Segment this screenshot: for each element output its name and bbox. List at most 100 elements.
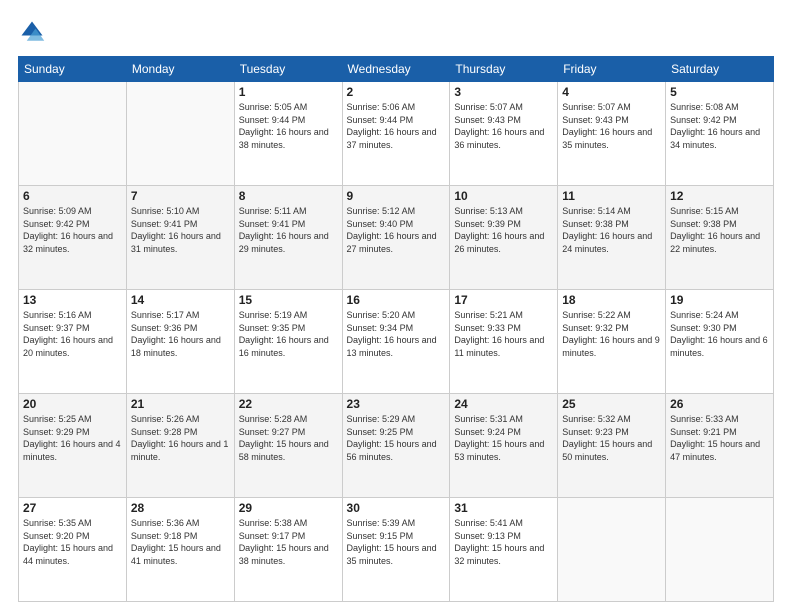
header-tuesday: Tuesday	[234, 57, 342, 82]
day-number: 26	[670, 397, 769, 411]
day-info: Sunrise: 5:08 AM Sunset: 9:42 PM Dayligh…	[670, 101, 769, 151]
day-info: Sunrise: 5:29 AM Sunset: 9:25 PM Dayligh…	[347, 413, 446, 463]
day-info: Sunrise: 5:41 AM Sunset: 9:13 PM Dayligh…	[454, 517, 553, 567]
calendar-table: Sunday Monday Tuesday Wednesday Thursday…	[18, 56, 774, 602]
calendar-cell: 2 Sunrise: 5:06 AM Sunset: 9:44 PM Daylig…	[342, 82, 450, 186]
calendar-cell: 15 Sunrise: 5:19 AM Sunset: 9:35 PM Dayli…	[234, 290, 342, 394]
day-number: 6	[23, 189, 122, 203]
day-info: Sunrise: 5:11 AM Sunset: 9:41 PM Dayligh…	[239, 205, 338, 255]
header-friday: Friday	[558, 57, 666, 82]
calendar-cell: 16 Sunrise: 5:20 AM Sunset: 9:34 PM Dayli…	[342, 290, 450, 394]
calendar-cell: 23 Sunrise: 5:29 AM Sunset: 9:25 PM Dayli…	[342, 394, 450, 498]
day-info: Sunrise: 5:07 AM Sunset: 9:43 PM Dayligh…	[562, 101, 661, 151]
calendar-cell: 27Sunrise: 5:35 AM Sunset: 9:20 PM Dayli…	[19, 498, 127, 602]
calendar-cell: 31 Sunrise: 5:41 AM Sunset: 9:13 PM Dayli…	[450, 498, 558, 602]
day-number: 2	[347, 85, 446, 99]
day-number: 24	[454, 397, 553, 411]
calendar-week-row: 6 Sunrise: 5:09 AM Sunset: 9:42 PM Daylig…	[19, 186, 774, 290]
calendar-cell: 19 Sunrise: 5:24 AM Sunset: 9:30 PM Dayli…	[666, 290, 774, 394]
calendar-cell: 21 Sunrise: 5:26 AM Sunset: 9:28 PM Dayli…	[126, 394, 234, 498]
day-info: Sunrise: 5:19 AM Sunset: 9:35 PM Dayligh…	[239, 309, 338, 359]
day-info: Sunrise: 5:28 AM Sunset: 9:27 PM Dayligh…	[239, 413, 338, 463]
calendar-cell: 22 Sunrise: 5:28 AM Sunset: 9:27 PM Dayli…	[234, 394, 342, 498]
calendar-cell: 26Sunrise: 5:33 AM Sunset: 9:21 PM Dayli…	[666, 394, 774, 498]
day-info: Sunrise: 5:26 AM Sunset: 9:28 PM Dayligh…	[131, 413, 230, 463]
day-info: Sunrise: 5:06 AM Sunset: 9:44 PM Dayligh…	[347, 101, 446, 151]
header-monday: Monday	[126, 57, 234, 82]
calendar-cell: 11 Sunrise: 5:14 AM Sunset: 9:38 PM Dayli…	[558, 186, 666, 290]
calendar-cell: 8 Sunrise: 5:11 AM Sunset: 9:41 PM Daylig…	[234, 186, 342, 290]
day-number: 11	[562, 189, 661, 203]
day-number: 17	[454, 293, 553, 307]
day-info: Sunrise: 5:25 AM Sunset: 9:29 PM Dayligh…	[23, 413, 122, 463]
calendar-cell: 4 Sunrise: 5:07 AM Sunset: 9:43 PM Daylig…	[558, 82, 666, 186]
day-number: 23	[347, 397, 446, 411]
calendar-cell	[126, 82, 234, 186]
day-number: 16	[347, 293, 446, 307]
calendar-cell: 7 Sunrise: 5:10 AM Sunset: 9:41 PM Daylig…	[126, 186, 234, 290]
day-number: 8	[239, 189, 338, 203]
day-info: Sunrise: 5:39 AM Sunset: 9:15 PM Dayligh…	[347, 517, 446, 567]
calendar-cell	[558, 498, 666, 602]
day-number: 29	[239, 501, 338, 515]
calendar-cell: 14 Sunrise: 5:17 AM Sunset: 9:36 PM Dayli…	[126, 290, 234, 394]
day-info: Sunrise: 5:21 AM Sunset: 9:33 PM Dayligh…	[454, 309, 553, 359]
day-info: Sunrise: 5:32 AM Sunset: 9:23 PM Dayligh…	[562, 413, 661, 463]
day-number: 13	[23, 293, 122, 307]
day-info: Sunrise: 5:24 AM Sunset: 9:30 PM Dayligh…	[670, 309, 769, 359]
day-info: Sunrise: 5:07 AM Sunset: 9:43 PM Dayligh…	[454, 101, 553, 151]
day-number: 9	[347, 189, 446, 203]
calendar-week-row: 20 Sunrise: 5:25 AM Sunset: 9:29 PM Dayli…	[19, 394, 774, 498]
weekday-header-row: Sunday Monday Tuesday Wednesday Thursday…	[19, 57, 774, 82]
calendar-cell: 28Sunrise: 5:36 AM Sunset: 9:18 PM Dayli…	[126, 498, 234, 602]
calendar-cell: 5 Sunrise: 5:08 AM Sunset: 9:42 PM Daylig…	[666, 82, 774, 186]
day-info: Sunrise: 5:22 AM Sunset: 9:32 PM Dayligh…	[562, 309, 661, 359]
day-number: 14	[131, 293, 230, 307]
calendar-cell: 24 Sunrise: 5:31 AM Sunset: 9:24 PM Dayli…	[450, 394, 558, 498]
logo-icon	[18, 18, 46, 46]
calendar-cell: 18 Sunrise: 5:22 AM Sunset: 9:32 PM Dayli…	[558, 290, 666, 394]
calendar-cell: 25 Sunrise: 5:32 AM Sunset: 9:23 PM Dayli…	[558, 394, 666, 498]
day-info: Sunrise: 5:05 AM Sunset: 9:44 PM Dayligh…	[239, 101, 338, 151]
day-info: Sunrise: 5:15 AM Sunset: 9:38 PM Dayligh…	[670, 205, 769, 255]
header-thursday: Thursday	[450, 57, 558, 82]
calendar-week-row: 1 Sunrise: 5:05 AM Sunset: 9:44 PM Daylig…	[19, 82, 774, 186]
calendar-cell: 30Sunrise: 5:39 AM Sunset: 9:15 PM Dayli…	[342, 498, 450, 602]
calendar-cell	[19, 82, 127, 186]
calendar-cell	[666, 498, 774, 602]
day-number: 15	[239, 293, 338, 307]
day-number: 1	[239, 85, 338, 99]
day-number: 19	[670, 293, 769, 307]
calendar-cell: 29 Sunrise: 5:38 AM Sunset: 9:17 PM Dayli…	[234, 498, 342, 602]
day-info: Sunrise: 5:35 AM Sunset: 9:20 PM Dayligh…	[23, 517, 122, 567]
calendar-cell: 9 Sunrise: 5:12 AM Sunset: 9:40 PM Daylig…	[342, 186, 450, 290]
day-info: Sunrise: 5:09 AM Sunset: 9:42 PM Dayligh…	[23, 205, 122, 255]
day-number: 7	[131, 189, 230, 203]
calendar-cell: 17 Sunrise: 5:21 AM Sunset: 9:33 PM Dayli…	[450, 290, 558, 394]
day-info: Sunrise: 5:10 AM Sunset: 9:41 PM Dayligh…	[131, 205, 230, 255]
day-number: 22	[239, 397, 338, 411]
calendar-cell: 20 Sunrise: 5:25 AM Sunset: 9:29 PM Dayli…	[19, 394, 127, 498]
calendar-cell: 3 Sunrise: 5:07 AM Sunset: 9:43 PM Daylig…	[450, 82, 558, 186]
day-number: 21	[131, 397, 230, 411]
calendar-week-row: 13 Sunrise: 5:16 AM Sunset: 9:37 PM Dayli…	[19, 290, 774, 394]
day-info: Sunrise: 5:31 AM Sunset: 9:24 PM Dayligh…	[454, 413, 553, 463]
header-wednesday: Wednesday	[342, 57, 450, 82]
day-number: 25	[562, 397, 661, 411]
calendar-cell: 10Sunrise: 5:13 AM Sunset: 9:39 PM Dayli…	[450, 186, 558, 290]
day-info: Sunrise: 5:20 AM Sunset: 9:34 PM Dayligh…	[347, 309, 446, 359]
day-number: 10	[454, 189, 553, 203]
day-number: 18	[562, 293, 661, 307]
day-number: 5	[670, 85, 769, 99]
day-info: Sunrise: 5:12 AM Sunset: 9:40 PM Dayligh…	[347, 205, 446, 255]
page-header	[18, 18, 774, 46]
day-info: Sunrise: 5:14 AM Sunset: 9:38 PM Dayligh…	[562, 205, 661, 255]
header-saturday: Saturday	[666, 57, 774, 82]
day-info: Sunrise: 5:17 AM Sunset: 9:36 PM Dayligh…	[131, 309, 230, 359]
day-number: 4	[562, 85, 661, 99]
day-number: 31	[454, 501, 553, 515]
day-number: 20	[23, 397, 122, 411]
day-info: Sunrise: 5:38 AM Sunset: 9:17 PM Dayligh…	[239, 517, 338, 567]
day-number: 3	[454, 85, 553, 99]
day-info: Sunrise: 5:16 AM Sunset: 9:37 PM Dayligh…	[23, 309, 122, 359]
